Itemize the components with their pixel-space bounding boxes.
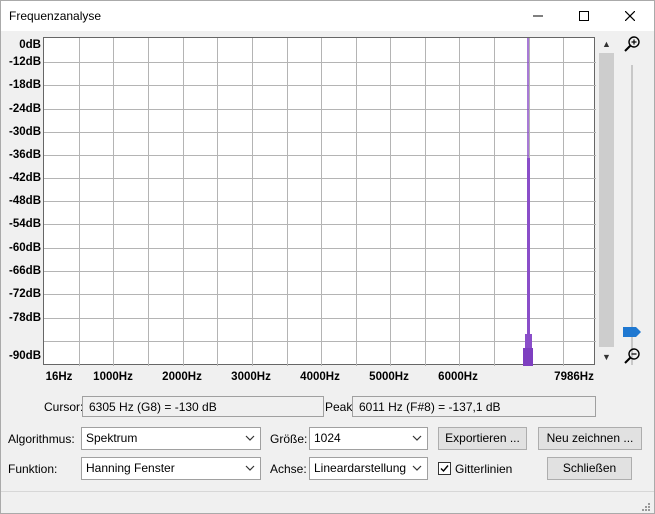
y-tick-label: -30dB (9, 126, 41, 138)
size-select[interactable]: 1024 (309, 427, 428, 450)
y-tick-label: -78dB (9, 312, 41, 324)
algorithm-value: Spektrum (86, 431, 138, 445)
vertical-scrollbar[interactable]: ▲ ▼ (598, 37, 615, 365)
size-value: 1024 (314, 431, 341, 445)
scrollbar-thumb[interactable] (599, 53, 614, 347)
spectrum-plot[interactable] (43, 37, 596, 366)
y-tick-label: -72dB (9, 288, 41, 300)
chevron-down-icon (245, 435, 255, 441)
spectrum-grid-svg (44, 38, 596, 366)
axis-label: Achse: (270, 462, 307, 476)
x-tick-label: 7986Hz (554, 371, 594, 383)
x-tick-label: 4000Hz (300, 371, 340, 383)
window-title: Frequenzanalyse (9, 9, 102, 23)
status-bar (1, 491, 654, 514)
axis-select[interactable]: Lineardarstellung (309, 457, 428, 480)
zoom-control (621, 35, 645, 365)
close-button[interactable]: Schließen (547, 457, 632, 480)
x-tick-label: 3000Hz (231, 371, 271, 383)
zoom-out-icon[interactable] (623, 347, 641, 365)
y-axis-labels: 0dB -12dB -18dB -24dB -30dB -36dB -42dB … (1, 37, 45, 367)
size-label: Größe: (270, 432, 308, 446)
peak-readout: 6011 Hz (F#8) = -137,1 dB (352, 396, 596, 417)
cursor-label: Cursor: (44, 400, 84, 414)
maximize-button[interactable] (561, 1, 607, 31)
scroll-up-arrow-icon[interactable]: ▲ (598, 37, 615, 51)
y-tick-label: -42dB (9, 172, 41, 184)
function-value: Hanning Fenster (86, 461, 175, 475)
x-tick-label: 5000Hz (369, 371, 409, 383)
minimize-button[interactable] (515, 1, 561, 31)
y-tick-label: -24dB (9, 103, 41, 115)
zoom-slider-handle[interactable] (623, 327, 641, 337)
algorithm-label: Algorithmus: (8, 432, 75, 446)
resize-grip-icon[interactable] (640, 501, 650, 511)
chevron-down-icon (412, 435, 422, 441)
gridlines (44, 38, 596, 366)
y-tick-label: -48dB (9, 195, 41, 207)
close-window-button[interactable] (607, 1, 653, 31)
x-tick-label: 2000Hz (162, 371, 202, 383)
redraw-button[interactable]: Neu zeichnen ... (538, 427, 642, 450)
y-tick-label: -36dB (9, 149, 41, 161)
chevron-down-icon (245, 465, 255, 471)
y-tick-label: -60dB (9, 242, 41, 254)
y-tick-label: -54dB (9, 218, 41, 230)
algorithm-select[interactable]: Spektrum (81, 427, 261, 450)
gridlines-checkbox[interactable] (438, 462, 451, 475)
chevron-down-icon (412, 465, 422, 471)
zoom-slider-track[interactable] (631, 65, 633, 365)
y-tick-label: -90dB (9, 350, 41, 362)
x-tick-label: 6000Hz (438, 371, 478, 383)
export-button[interactable]: Exportieren ... (438, 427, 527, 450)
y-tick-label: 0dB (19, 39, 41, 51)
scroll-down-arrow-icon[interactable]: ▼ (598, 350, 615, 364)
function-select[interactable]: Hanning Fenster (81, 457, 261, 480)
cursor-readout: 6305 Hz (G8) = -130 dB (82, 396, 324, 417)
close-icon (625, 11, 635, 21)
zoom-in-icon[interactable] (623, 35, 641, 53)
x-tick-label: 1000Hz (93, 371, 133, 383)
maximize-icon (579, 11, 589, 21)
gridlines-label[interactable]: Gitterlinien (455, 462, 512, 476)
frequency-analysis-window: Frequenzanalyse 0dB -12dB -18dB -24dB -3… (0, 0, 655, 514)
function-label: Funktion: (8, 462, 58, 476)
y-tick-label: -66dB (9, 265, 41, 277)
checkmark-icon (440, 465, 449, 473)
x-tick-label: 16Hz (45, 371, 73, 383)
x-axis-labels: 16Hz 1000Hz 2000Hz 3000Hz 4000Hz 5000Hz … (43, 369, 603, 387)
minimize-icon (533, 15, 543, 17)
y-tick-label: -12dB (9, 56, 41, 68)
title-bar: Frequenzanalyse (1, 1, 654, 31)
y-tick-label: -18dB (9, 79, 41, 91)
axis-value: Lineardarstellung (314, 461, 407, 475)
